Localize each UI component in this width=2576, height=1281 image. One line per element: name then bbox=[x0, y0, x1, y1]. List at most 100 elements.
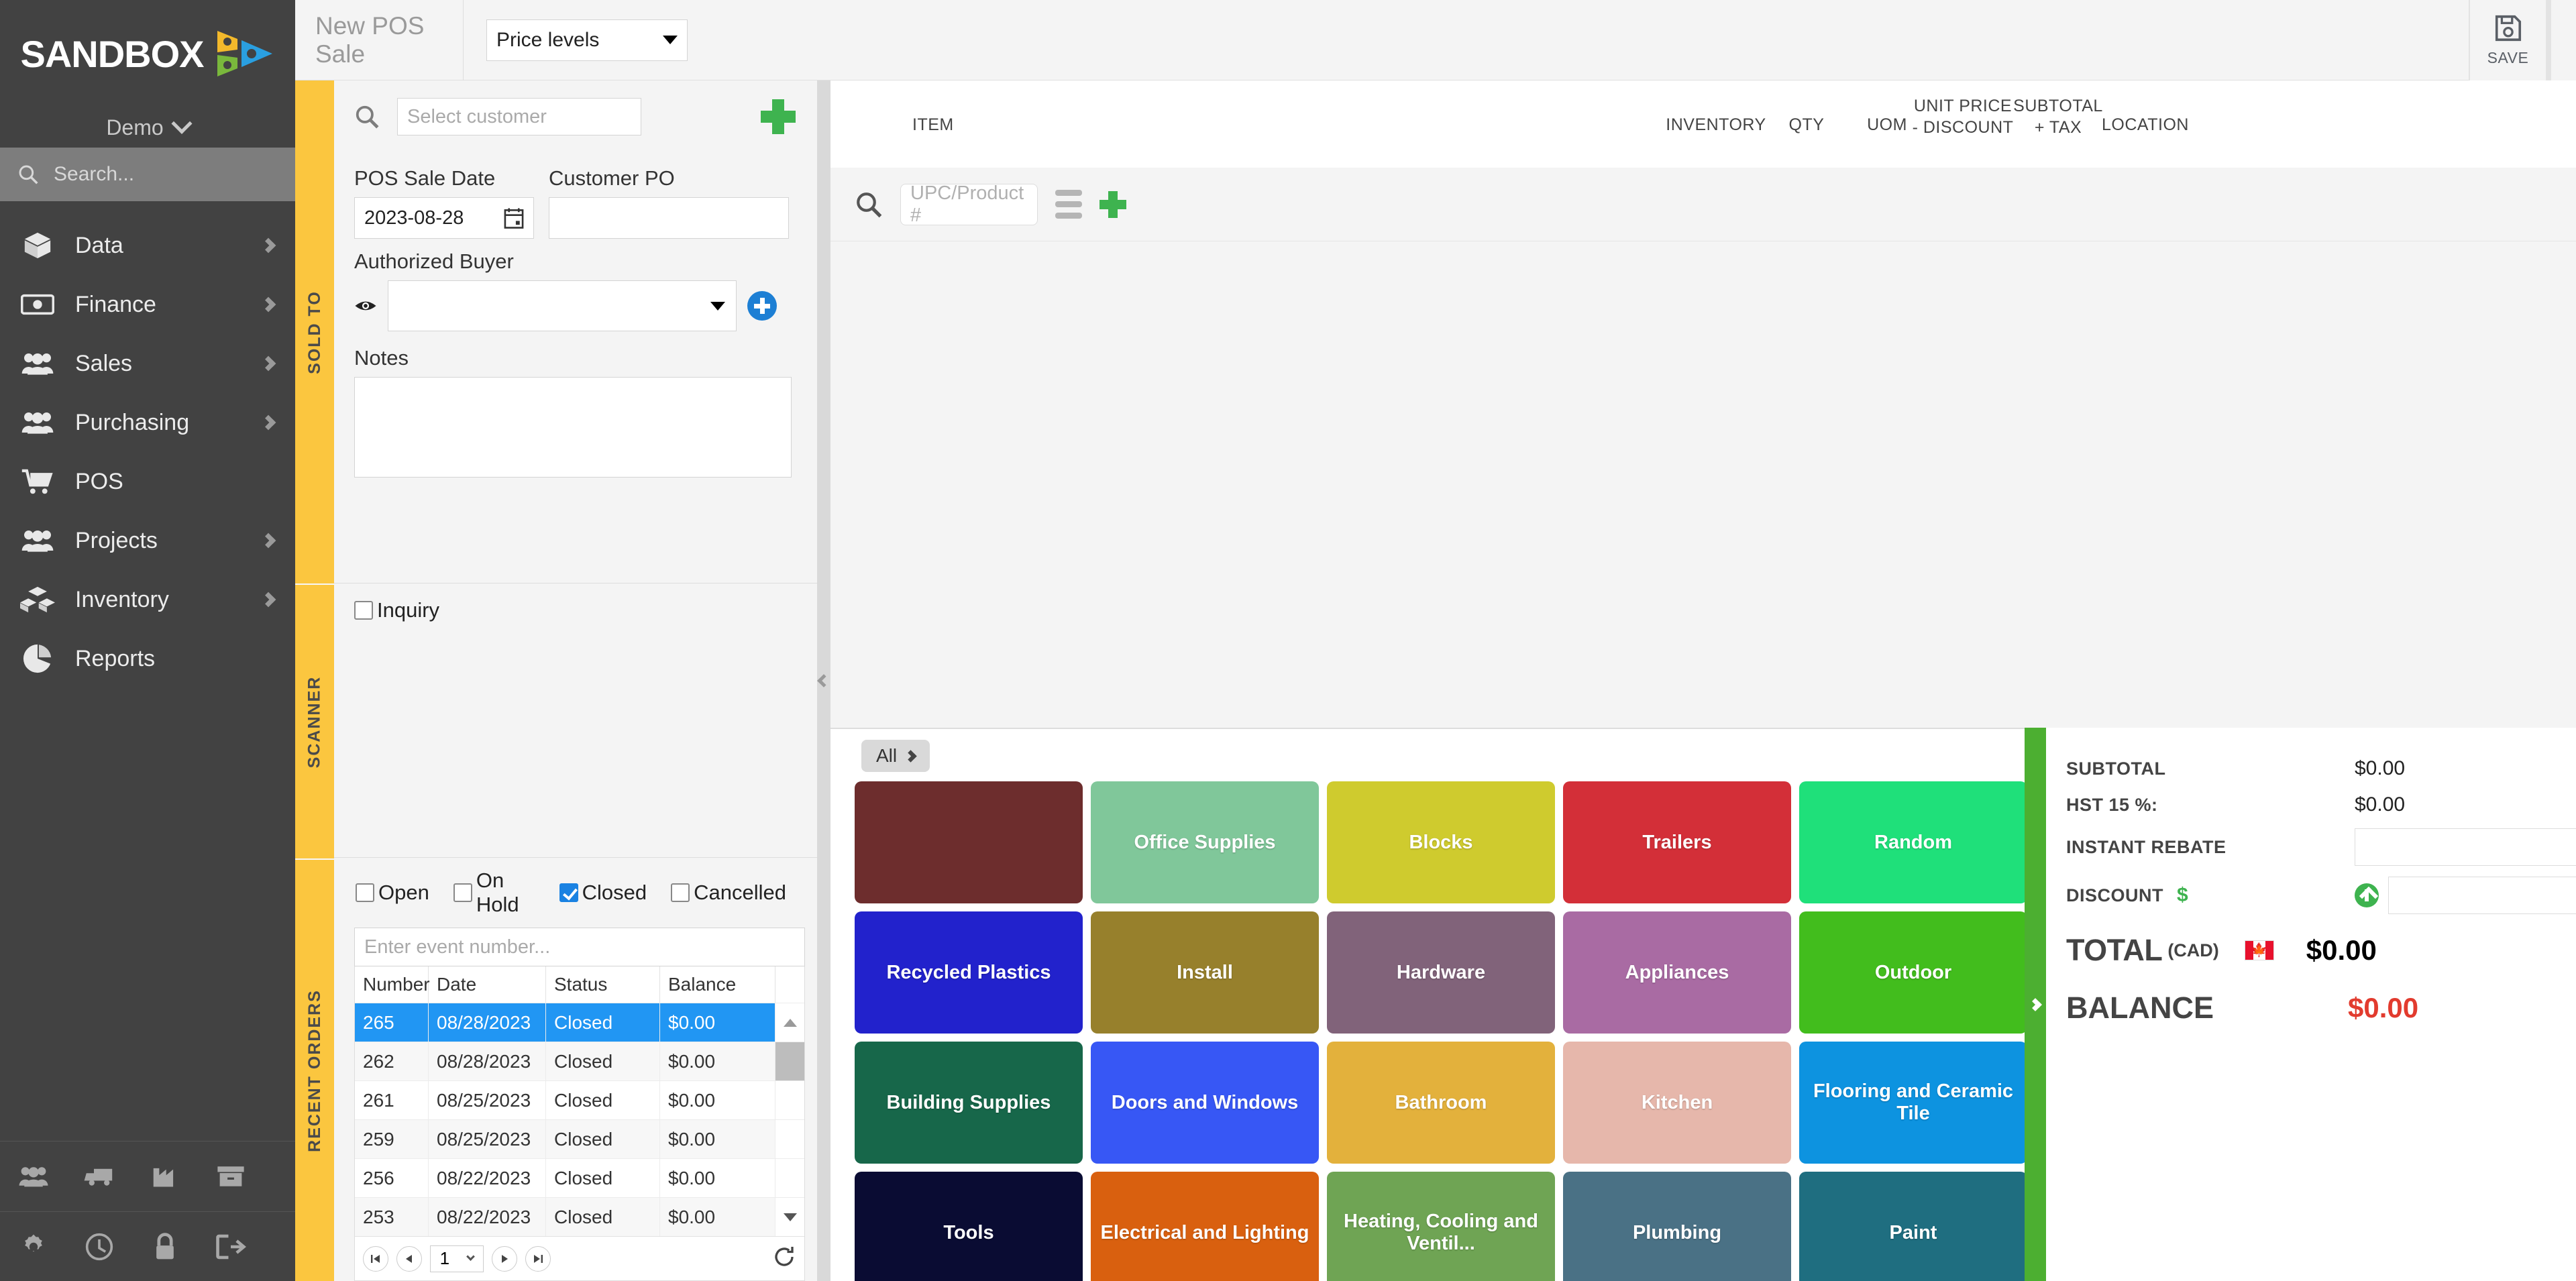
scrollbar-track-cell[interactable] bbox=[775, 1080, 804, 1119]
category-tile[interactable]: Doors and Windows bbox=[1091, 1042, 1319, 1164]
add-buyer-button[interactable] bbox=[747, 291, 777, 321]
category-tile[interactable]: Blocks bbox=[1327, 781, 1555, 903]
cell-number: 262 bbox=[355, 1042, 429, 1080]
column-header-balance[interactable]: Balance bbox=[660, 966, 775, 1003]
sale-date-field[interactable]: 2023-08-28 bbox=[354, 197, 534, 239]
sidebar-item-sales[interactable]: Sales bbox=[0, 334, 295, 393]
table-row[interactable]: 256 08/22/2023 Closed $0.00 bbox=[355, 1158, 804, 1197]
open-checkbox[interactable] bbox=[356, 883, 374, 902]
page-select[interactable]: 1 bbox=[430, 1245, 484, 1272]
clock-icon[interactable] bbox=[83, 1231, 115, 1263]
last-page-button[interactable] bbox=[525, 1245, 551, 1272]
on-hold-checkbox[interactable] bbox=[453, 883, 472, 902]
column-header-date[interactable]: Date bbox=[429, 966, 546, 1003]
inquiry-checkbox[interactable] bbox=[354, 600, 373, 620]
calendar-icon[interactable] bbox=[504, 207, 524, 229]
table-row[interactable]: 261 08/25/2023 Closed $0.00 bbox=[355, 1080, 804, 1119]
sidebar-item-data[interactable]: Data bbox=[0, 216, 295, 275]
save-button[interactable]: SAVE bbox=[2469, 0, 2546, 80]
column-header-number[interactable]: Number bbox=[355, 966, 430, 1003]
refresh-button[interactable] bbox=[772, 1245, 796, 1272]
archive-box-icon[interactable] bbox=[215, 1160, 247, 1192]
sidebar-item-inventory[interactable]: Inventory bbox=[0, 570, 295, 629]
add-item-button[interactable] bbox=[1099, 190, 1126, 218]
filter-open[interactable]: Open bbox=[356, 881, 429, 905]
scanner-strip[interactable]: SCANNER bbox=[295, 583, 334, 858]
tenant-selector[interactable]: Demo bbox=[0, 107, 295, 148]
sidebar-item-reports[interactable]: Reports bbox=[0, 629, 295, 688]
first-page-button[interactable] bbox=[363, 1245, 388, 1272]
category-tile[interactable]: Paint bbox=[1799, 1172, 2027, 1281]
category-tile[interactable]: Heating, Cooling and Ventil... bbox=[1327, 1172, 1555, 1281]
sidebar-item-finance[interactable]: Finance bbox=[0, 275, 295, 334]
discount-currency-symbol[interactable]: $ bbox=[2177, 884, 2188, 906]
search-icon[interactable] bbox=[354, 104, 380, 129]
add-customer-button[interactable] bbox=[761, 99, 796, 134]
table-row[interactable]: 265 08/28/2023 Closed $0.00 bbox=[355, 1003, 804, 1042]
price-levels-dropdown[interactable]: Price levels bbox=[486, 19, 688, 61]
hamburger-icon[interactable] bbox=[1055, 190, 1082, 219]
scrollbar-track-cell[interactable] bbox=[775, 1119, 804, 1158]
recent-orders-strip[interactable]: RECENT ORDERS bbox=[295, 858, 334, 1281]
scrollbar-up-cell[interactable] bbox=[775, 1003, 804, 1042]
totals-panel-expand-handle[interactable] bbox=[2025, 728, 2046, 1281]
category-tile[interactable]: Install bbox=[1091, 911, 1319, 1034]
sidebar-item-projects[interactable]: Projects bbox=[0, 511, 295, 570]
scrollbar-track-cell[interactable] bbox=[775, 1158, 804, 1197]
search-icon[interactable] bbox=[855, 190, 883, 219]
category-tile[interactable]: Kitchen bbox=[1563, 1042, 1791, 1164]
customer-select-input[interactable]: Select customer bbox=[397, 98, 641, 135]
category-tile[interactable]: Trailers bbox=[1563, 781, 1791, 903]
category-tile[interactable]: Office Supplies bbox=[1091, 781, 1319, 903]
filter-on-hold[interactable]: On Hold bbox=[453, 869, 535, 917]
logout-icon[interactable] bbox=[215, 1231, 247, 1263]
customer-po-input[interactable] bbox=[549, 197, 789, 239]
sidebar-search[interactable]: Search... bbox=[0, 148, 295, 201]
closed-checkbox[interactable] bbox=[559, 883, 578, 902]
category-tile[interactable]: Appliances bbox=[1563, 911, 1791, 1034]
sidebar-item-pos[interactable]: POS bbox=[0, 452, 295, 511]
category-tile[interactable]: Random bbox=[1799, 781, 2027, 903]
inquiry-checkbox-row[interactable]: Inquiry bbox=[354, 598, 805, 622]
scrollbar-down-cell[interactable] bbox=[775, 1197, 804, 1236]
sidebar-item-purchasing[interactable]: Purchasing bbox=[0, 393, 295, 452]
sold-to-strip[interactable]: SOLD TO bbox=[295, 80, 334, 583]
scrollbar-thumb-cell[interactable] bbox=[775, 1042, 804, 1080]
category-tile[interactable]: Tools bbox=[855, 1172, 1083, 1281]
event-number-input[interactable]: Enter event number... bbox=[354, 928, 805, 966]
category-tile[interactable]: Outdoor bbox=[1799, 911, 2027, 1034]
all-categories-button[interactable]: All bbox=[861, 740, 930, 772]
next-page-button[interactable] bbox=[492, 1245, 517, 1272]
left-panel-collapse-handle[interactable] bbox=[817, 80, 830, 1281]
column-header-status[interactable]: Status bbox=[546, 966, 660, 1003]
filter-cancelled[interactable]: Cancelled bbox=[671, 881, 786, 905]
panel-collapse-button[interactable] bbox=[2546, 0, 2576, 80]
upc-product-input[interactable]: UPC/Product # bbox=[900, 182, 1038, 226]
factory-icon[interactable] bbox=[149, 1160, 181, 1192]
category-tile[interactable] bbox=[855, 781, 1083, 903]
people-icon[interactable] bbox=[17, 1160, 50, 1192]
category-tile[interactable]: Electrical and Lighting bbox=[1091, 1172, 1319, 1281]
gear-icon[interactable] bbox=[17, 1231, 50, 1263]
category-tile-label: Kitchen bbox=[1641, 1091, 1713, 1113]
cancelled-checkbox[interactable] bbox=[671, 883, 690, 902]
category-tile[interactable]: Plumbing bbox=[1563, 1172, 1791, 1281]
eye-icon[interactable] bbox=[354, 298, 377, 314]
category-tile[interactable]: Recycled Plastics bbox=[855, 911, 1083, 1034]
discount-input[interactable] bbox=[2388, 877, 2576, 914]
prev-page-button[interactable] bbox=[396, 1245, 422, 1272]
category-tile[interactable]: Flooring and Ceramic Tile bbox=[1799, 1042, 2027, 1164]
lock-icon[interactable] bbox=[149, 1231, 181, 1263]
authorized-buyer-select[interactable] bbox=[388, 280, 737, 331]
category-tile[interactable]: Building Supplies bbox=[855, 1042, 1083, 1164]
table-row[interactable]: 253 08/22/2023 Closed $0.00 bbox=[355, 1197, 804, 1236]
category-tile[interactable]: Bathroom bbox=[1327, 1042, 1555, 1164]
apply-discount-button[interactable] bbox=[2355, 883, 2379, 907]
category-tile[interactable]: Hardware bbox=[1327, 911, 1555, 1034]
instant-rebate-input[interactable] bbox=[2355, 828, 2576, 866]
table-row[interactable]: 259 08/25/2023 Closed $0.00 bbox=[355, 1119, 804, 1158]
table-row[interactable]: 262 08/28/2023 Closed $0.00 bbox=[355, 1042, 804, 1080]
filter-closed[interactable]: Closed bbox=[559, 881, 647, 905]
notes-textarea[interactable] bbox=[354, 377, 792, 478]
truck-icon[interactable] bbox=[83, 1160, 115, 1192]
